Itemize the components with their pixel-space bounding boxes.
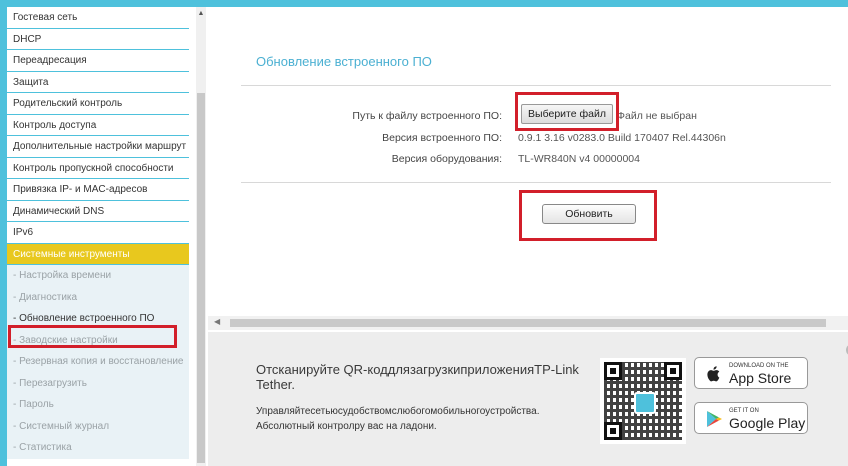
app-promo-banner: Отсканируйте QR-коддлязагрузкиприложения… xyxy=(208,332,848,466)
sidebar-subitem-diagnostics[interactable]: - Диагностика xyxy=(7,286,189,308)
highlight-box-choose-file xyxy=(515,92,619,131)
promo-title: Отсканируйте QR-коддлязагрузкиприложения… xyxy=(256,362,579,392)
no-file-text: Файл не выбран xyxy=(617,110,697,122)
main-panel: Обновление встроенного ПО Путь к файлу в… xyxy=(208,7,848,315)
sidebar-item-advanced-routing[interactable]: Дополнительные настройки маршрут xyxy=(7,136,189,158)
qr-code xyxy=(600,358,686,444)
sidebar-subitem-time-settings[interactable]: - Настройка времени xyxy=(7,265,189,287)
hardware-version-label: Версия оборудования: xyxy=(391,153,502,165)
firmware-version-label: Версия встроенного ПО: xyxy=(382,132,502,144)
sidebar-item-ip-mac-binding[interactable]: Привязка IP- и MAC-адресов xyxy=(7,179,189,201)
top-accent-bar xyxy=(0,0,848,7)
sidebar-subitem-system-log[interactable]: - Системный журнал xyxy=(7,415,189,437)
divider-top xyxy=(241,85,831,86)
horizontal-scrollbar[interactable]: ◀ xyxy=(208,316,848,330)
sidebar-menu: Гостевая сеть DHCP Переадресация Защита … xyxy=(7,7,189,466)
sidebar-item-security[interactable]: Защита xyxy=(7,72,189,93)
file-path-label: Путь к файлу встроенного ПО: xyxy=(352,110,502,122)
sidebar-item-dhcp[interactable]: DHCP xyxy=(7,29,189,50)
page-title: Обновление встроенного ПО xyxy=(256,54,432,69)
app-store-small-text: DOWNLOAD ON THE xyxy=(729,363,789,369)
horizontal-scroll-thumb[interactable] xyxy=(230,319,826,327)
sidebar-subitem-backup-restore[interactable]: - Резервная копия и восстановление xyxy=(7,351,189,373)
app-store-badge[interactable]: DOWNLOAD ON THE App Store xyxy=(694,357,808,389)
promo-description: Управляйтесетьюсудобствомслюбогомобильно… xyxy=(256,406,540,432)
scroll-left-arrow-icon[interactable]: ◀ xyxy=(214,317,220,326)
sidebar-item-access-control[interactable]: Контроль доступа xyxy=(7,115,189,136)
highlight-box-update xyxy=(519,190,657,241)
vertical-scroll-thumb[interactable] xyxy=(197,93,205,463)
sidebar-item-ipv6[interactable]: IPv6 xyxy=(7,222,189,244)
sidebar-subitem-reboot[interactable]: - Перезагрузить xyxy=(7,372,189,394)
sidebar-item-parental-control[interactable]: Родительский контроль xyxy=(7,93,189,115)
apple-icon xyxy=(707,366,720,382)
app-store-text: App Store xyxy=(729,370,792,386)
sidebar-item-bandwidth-control[interactable]: Контроль пропускной способности xyxy=(7,158,189,179)
sidebar-item-forwarding[interactable]: Переадресация xyxy=(7,50,189,72)
scroll-up-arrow-icon[interactable]: ▲ xyxy=(196,10,206,17)
sidebar-item-guest-network[interactable]: Гостевая сеть xyxy=(7,7,189,29)
tether-logo-icon xyxy=(634,392,656,414)
sidebar-subitem-statistics[interactable]: - Статистика xyxy=(7,437,189,459)
sidebar-subitem-password[interactable]: - Пароль xyxy=(7,394,189,416)
divider-bottom xyxy=(241,182,831,183)
hardware-version-value: TL-WR840N v4 00000004 xyxy=(518,153,640,165)
app-promo-content: Отсканируйте QR-коддлязагрузкиприложения… xyxy=(220,338,848,458)
google-play-small-text: GET IT ON xyxy=(729,408,759,414)
google-play-badge[interactable]: GET IT ON Google Play xyxy=(694,402,808,434)
google-play-text: Google Play xyxy=(729,415,806,431)
left-accent-bar xyxy=(0,0,7,466)
vertical-scrollbar[interactable]: ▲ xyxy=(196,7,206,466)
sidebar-item-system-tools[interactable]: Системные инструменты xyxy=(7,243,189,265)
firmware-version-value: 0.9.1 3.16 v0283.0 Build 170407 Rel.4430… xyxy=(518,132,726,144)
google-play-icon xyxy=(707,411,722,427)
highlight-box-menu xyxy=(8,325,177,348)
sidebar-item-dynamic-dns[interactable]: Динамический DNS xyxy=(7,201,189,222)
